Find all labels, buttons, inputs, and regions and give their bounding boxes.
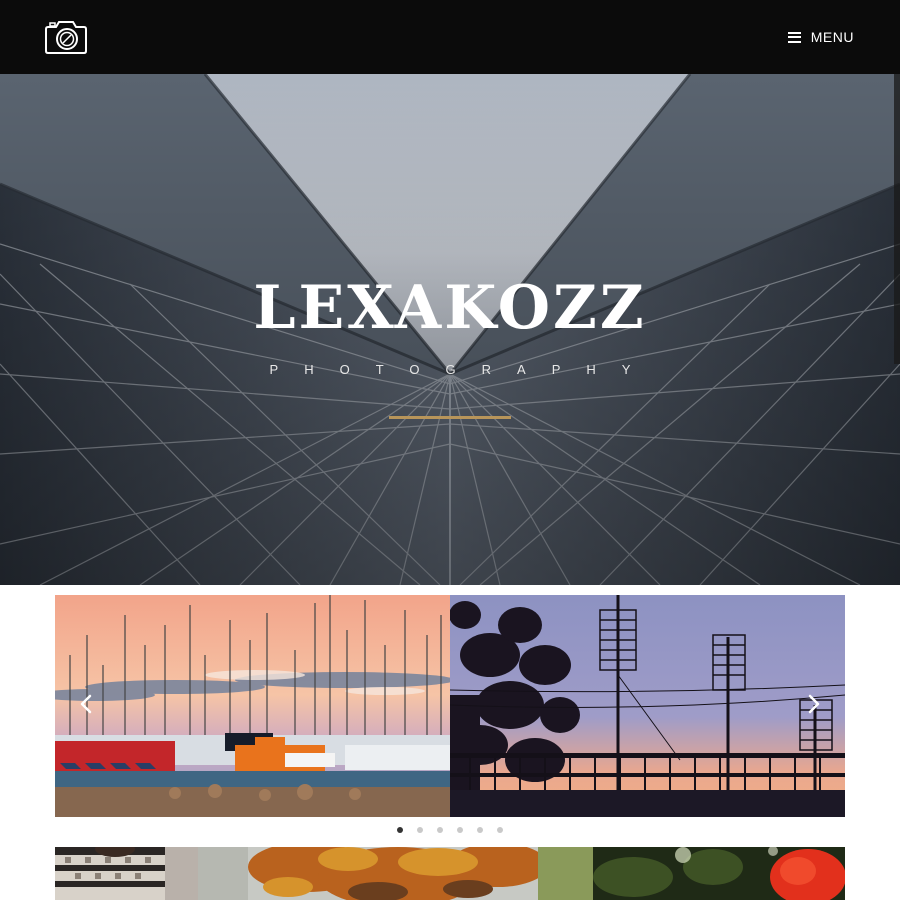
carousel-slide-antennas[interactable] bbox=[450, 595, 845, 817]
chevron-left-icon bbox=[80, 694, 92, 714]
carousel-pagination bbox=[0, 827, 900, 837]
gallery-thumb-autumn-tree[interactable] bbox=[198, 847, 593, 900]
gallery-thumb-red-flower[interactable] bbox=[593, 847, 845, 900]
carousel-prev-button[interactable] bbox=[75, 690, 97, 718]
top-navigation-bar: MENU bbox=[0, 0, 900, 74]
hero-banner: LEXAKOZZ PHOTOGRAPHY bbox=[0, 74, 900, 585]
menu-button[interactable]: MENU bbox=[787, 28, 854, 46]
hamburger-menu-icon bbox=[787, 31, 801, 43]
carousel-next-button[interactable] bbox=[803, 690, 825, 718]
carousel-dot-3[interactable] bbox=[437, 827, 443, 833]
menu-label: MENU bbox=[810, 29, 854, 45]
gallery-thumb-person[interactable] bbox=[55, 847, 198, 900]
site-title: LEXAKOZZ bbox=[253, 273, 647, 343]
site-subtitle: PHOTOGRAPHY bbox=[269, 362, 657, 377]
photo-carousel bbox=[55, 595, 845, 817]
photo-gallery-grid bbox=[55, 847, 845, 900]
carousel-dot-5[interactable] bbox=[477, 827, 483, 833]
camera-logo-icon[interactable] bbox=[44, 18, 88, 56]
title-divider bbox=[389, 416, 511, 419]
chevron-right-icon bbox=[808, 694, 820, 714]
carousel-dot-4[interactable] bbox=[457, 827, 463, 833]
carousel-dot-1[interactable] bbox=[397, 827, 403, 833]
carousel-slide-harbor[interactable] bbox=[55, 595, 450, 817]
carousel-dot-2[interactable] bbox=[417, 827, 423, 833]
carousel-dot-6[interactable] bbox=[497, 827, 503, 833]
